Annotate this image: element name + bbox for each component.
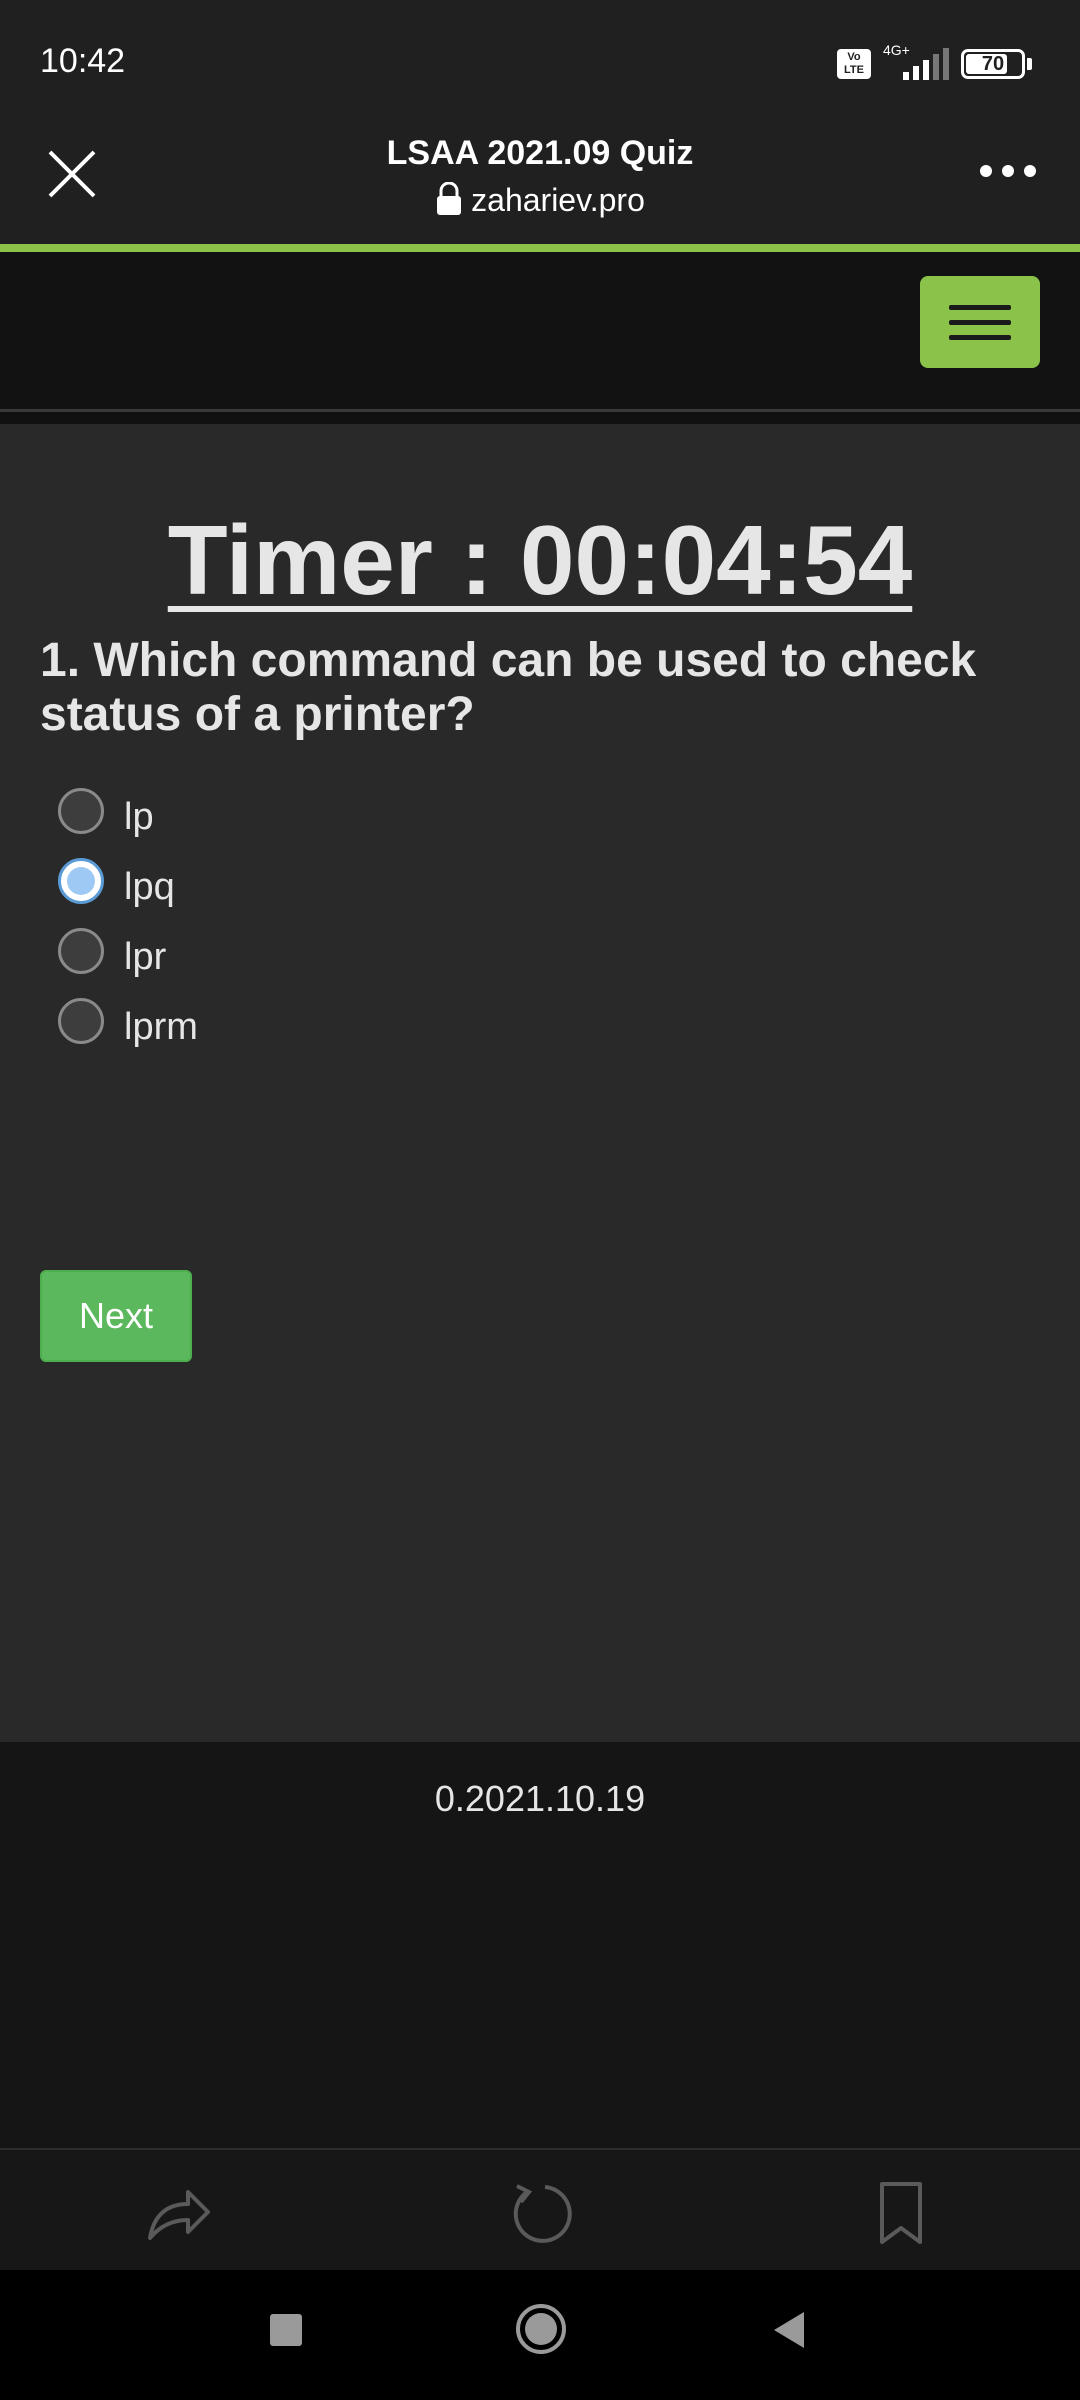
- site-navbar: [0, 252, 1080, 412]
- question-text: 1. Which command can be used to check st…: [40, 634, 977, 741]
- reload-button[interactable]: [505, 2178, 575, 2248]
- next-button[interactable]: Next: [40, 1270, 192, 1362]
- answer-option[interactable]: lprm: [58, 986, 198, 1056]
- option-label: lprm: [124, 1005, 198, 1048]
- page-url: zahariev.pro: [0, 181, 1080, 219]
- answer-option[interactable]: lp: [58, 776, 198, 846]
- back-icon: [774, 2312, 804, 2348]
- back-button[interactable]: [770, 2310, 808, 2355]
- quiz-content: Timer : 00:04:54 1. Which command can be…: [0, 424, 1080, 1742]
- signal-icon: 4G+: [883, 42, 949, 84]
- system-nav-bar: [0, 2270, 1080, 2400]
- status-time: 10:42: [40, 42, 126, 80]
- answer-options: lp lpq lpr lprm: [58, 776, 198, 1056]
- recents-button[interactable]: [268, 2312, 304, 2353]
- answer-option[interactable]: lpq: [58, 846, 198, 916]
- option-label: lpq: [124, 865, 175, 908]
- battery-icon: 70: [961, 49, 1025, 79]
- menu-button[interactable]: [920, 276, 1040, 368]
- radio-button-selected[interactable]: [58, 858, 104, 904]
- radio-button[interactable]: [58, 998, 104, 1044]
- more-options-button[interactable]: [976, 156, 1040, 186]
- hamburger-icon-line: [949, 319, 1011, 325]
- page-footer: 0.2021.10.19: [0, 1742, 1080, 2150]
- status-bar: 10:42 Vo LTE 4G+ 70: [0, 0, 1080, 130]
- page-title: LSAA 2021.09 Quiz: [386, 134, 694, 172]
- share-icon: [148, 2190, 210, 2240]
- quiz-timer: Timer : 00:04:54: [167, 505, 913, 615]
- option-label: lpr: [124, 935, 167, 978]
- hamburger-icon-line: [949, 304, 1011, 310]
- bookmark-button[interactable]: [866, 2178, 936, 2248]
- status-icons: Vo LTE 4G+ 70: [837, 42, 1032, 84]
- url-text: zahariev.pro: [471, 182, 645, 218]
- reload-icon: [513, 2184, 572, 2243]
- lock-icon: [437, 181, 462, 215]
- option-label: lp: [124, 795, 154, 838]
- more-icon: [980, 165, 1036, 177]
- browser-toolbar: [0, 2148, 1080, 2270]
- share-button[interactable]: [144, 2178, 214, 2248]
- page-load-progress: [0, 244, 1080, 252]
- recents-icon: [270, 2314, 302, 2346]
- version-text: 0.2021.10.19: [434, 1778, 646, 1819]
- browser-header: LSAA 2021.09 Quiz zahariev.pro: [0, 130, 1080, 246]
- battery-level: 70: [981, 53, 1005, 75]
- bookmark-icon: [880, 2182, 922, 2244]
- radio-button[interactable]: [58, 788, 104, 834]
- answer-option[interactable]: lpr: [58, 916, 198, 986]
- radio-button[interactable]: [58, 928, 104, 974]
- home-icon: [516, 2304, 566, 2354]
- hamburger-icon-line: [949, 334, 1011, 340]
- home-button[interactable]: [514, 2302, 568, 2361]
- volte-icon: Vo LTE: [837, 49, 871, 79]
